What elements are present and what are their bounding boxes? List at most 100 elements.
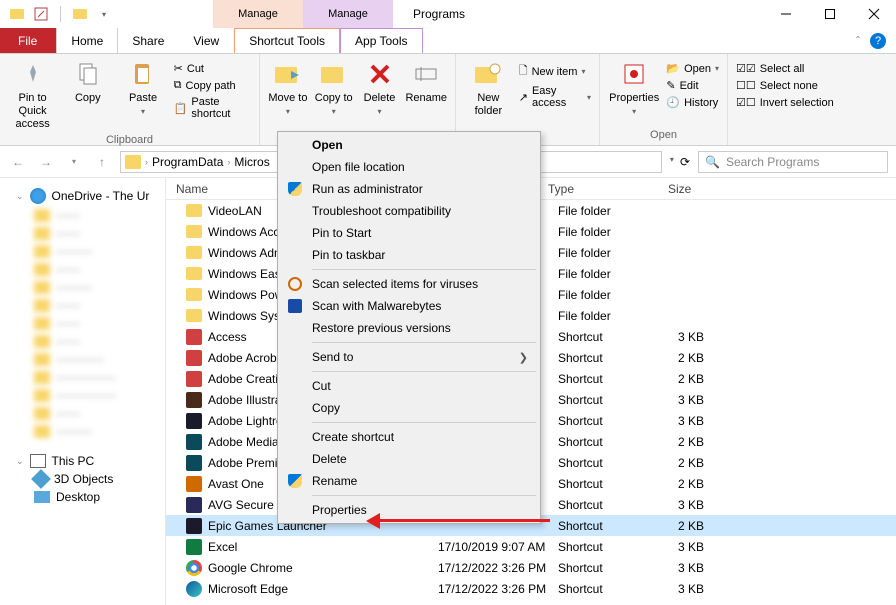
delete-button[interactable]: Delete▾ [360,58,400,117]
table-row[interactable]: Microsoft Edge17/12/2022 3:26 PMShortcut… [166,578,896,599]
nav-item[interactable]: —— [0,404,165,422]
nav-3d-objects[interactable]: 3D Objects [0,470,165,488]
pin-to-quick-access-button[interactable]: Pin to Quick access [8,58,57,132]
nav-item[interactable]: —— [0,224,165,242]
tab-home[interactable]: Home [56,28,118,53]
copy-to-icon [318,58,350,90]
pin-icon [17,58,49,90]
context-tab-shortcut[interactable]: Manage [213,0,303,28]
nav-onedrive[interactable]: ⌄OneDrive - The Ur [0,186,165,206]
new-item-button[interactable]: 🗋New item▾ [519,62,591,81]
tab-view[interactable]: View [179,28,234,53]
refresh-button[interactable]: ⟳ [680,155,690,169]
ctx-scan-malwarebytes[interactable]: Scan with Malwarebytes [280,295,538,317]
ctx-open[interactable]: Open [280,134,538,156]
nav-item[interactable]: ———— [0,350,165,368]
ctx-scan-viruses[interactable]: Scan selected items for viruses [280,273,538,295]
recent-locations-button[interactable]: ▾ [64,152,84,172]
col-type[interactable]: Type [548,182,668,196]
ctx-copy[interactable]: Copy [280,397,538,419]
file-type: Shortcut [558,435,678,449]
ctx-cut[interactable]: Cut [280,375,538,397]
window-title: Programs [413,7,465,21]
navigation-pane[interactable]: ⌄OneDrive - The Ur —— —— ——— —— ——— —— —… [0,178,166,605]
minimize-button[interactable] [764,0,808,28]
ctx-run-as-admin[interactable]: Run as administrator [280,178,538,200]
nav-item[interactable]: ——— [0,422,165,440]
qat-new-folder-icon[interactable] [71,5,89,23]
nav-item[interactable]: ——— [0,278,165,296]
ctx-rename[interactable]: Rename [280,470,538,492]
forward-button[interactable]: → [36,152,56,172]
move-to-button[interactable]: Move to▾ [268,58,308,117]
tab-app-tools[interactable]: App Tools [340,28,422,53]
rename-button[interactable]: Rename [405,58,447,105]
nav-item[interactable]: —— [0,260,165,278]
col-size[interactable]: Size [668,182,748,196]
up-button[interactable]: ↑ [92,152,112,172]
invert-selection-button[interactable]: ☑☐Invert selection [736,96,834,109]
nav-item[interactable]: ————— [0,386,165,404]
tab-shortcut-tools[interactable]: Shortcut Tools [234,28,340,53]
ctx-pin-start[interactable]: Pin to Start [280,222,538,244]
qat-properties-icon[interactable] [32,5,50,23]
new-folder-button[interactable]: New folder [464,58,513,118]
select-all-button[interactable]: ☑☑Select all [736,62,834,75]
ctx-troubleshoot[interactable]: Troubleshoot compatibility [280,200,538,222]
cut-button[interactable]: ✂Cut [174,62,251,75]
nav-item[interactable]: —— [0,314,165,332]
search-input[interactable]: 🔍 Search Programs [698,151,888,173]
ctx-restore-versions[interactable]: Restore previous versions [280,317,538,339]
nav-item[interactable]: ——— [0,242,165,260]
file-name: Excel [208,540,237,554]
nav-this-pc[interactable]: ⌄This PC [0,452,165,470]
maximize-button[interactable] [808,0,852,28]
history-button[interactable]: 🕘History [666,96,719,109]
ctx-open-location[interactable]: Open file location [280,156,538,178]
ctx-properties[interactable]: Properties [280,499,538,521]
collapse-ribbon-icon[interactable]: ˆ [856,34,860,48]
copy-path-button[interactable]: ⧉Copy path [174,79,251,92]
file-type: File folder [558,267,678,281]
ctx-delete[interactable]: Delete [280,448,538,470]
ctx-create-shortcut[interactable]: Create shortcut [280,426,538,448]
ribbon-tabs: File Home Share View Shortcut Tools App … [0,28,896,54]
tab-share[interactable]: Share [118,28,179,53]
app-icon [8,5,26,23]
file-type: Shortcut [558,519,678,533]
nav-desktop[interactable]: Desktop [0,488,165,506]
file-name: Access [208,330,247,344]
easy-access-button[interactable]: ↗Easy access▾ [519,85,591,109]
edit-button[interactable]: ✎Edit [666,79,719,92]
paste-shortcut-button[interactable]: 📋Paste shortcut [174,96,251,120]
nav-item[interactable]: —— [0,332,165,350]
close-button[interactable] [852,0,896,28]
ctx-pin-taskbar[interactable]: Pin to taskbar [280,244,538,266]
open-button[interactable]: 📂Open▾ [666,62,719,75]
antivirus-icon [286,275,304,293]
help-icon[interactable]: ? [870,33,886,49]
file-icon [186,560,202,576]
shield-icon [286,180,304,198]
new-folder-icon [472,58,504,90]
copy-button[interactable]: Copy [63,58,112,105]
nav-item[interactable]: —— [0,296,165,314]
paste-button[interactable]: Paste▾ [118,58,167,117]
copy-to-button[interactable]: Copy to▾ [314,58,354,117]
breadcrumb-segment[interactable]: ProgramData [152,155,223,169]
select-none-button[interactable]: ☐☐Select none [736,79,834,92]
address-dropdown-icon[interactable]: ▾ [670,155,674,169]
back-button[interactable]: ← [8,152,28,172]
nav-item[interactable]: ————— [0,368,165,386]
table-row[interactable]: Excel17/10/2019 9:07 AMShortcut3 KB [166,536,896,557]
nav-item[interactable]: —— [0,206,165,224]
table-row[interactable]: Google Chrome17/12/2022 3:26 PMShortcut3… [166,557,896,578]
breadcrumb-sep-icon[interactable]: › [145,157,148,167]
properties-button[interactable]: Properties▾ [608,58,660,117]
breadcrumb-sep-icon[interactable]: › [227,157,230,167]
breadcrumb-segment[interactable]: Micros [234,155,269,169]
qat-dropdown-icon[interactable]: ▾ [95,5,113,23]
context-tab-app[interactable]: Manage [303,0,393,28]
ctx-send-to[interactable]: Send to❯ [280,346,538,368]
tab-file[interactable]: File [0,28,56,53]
